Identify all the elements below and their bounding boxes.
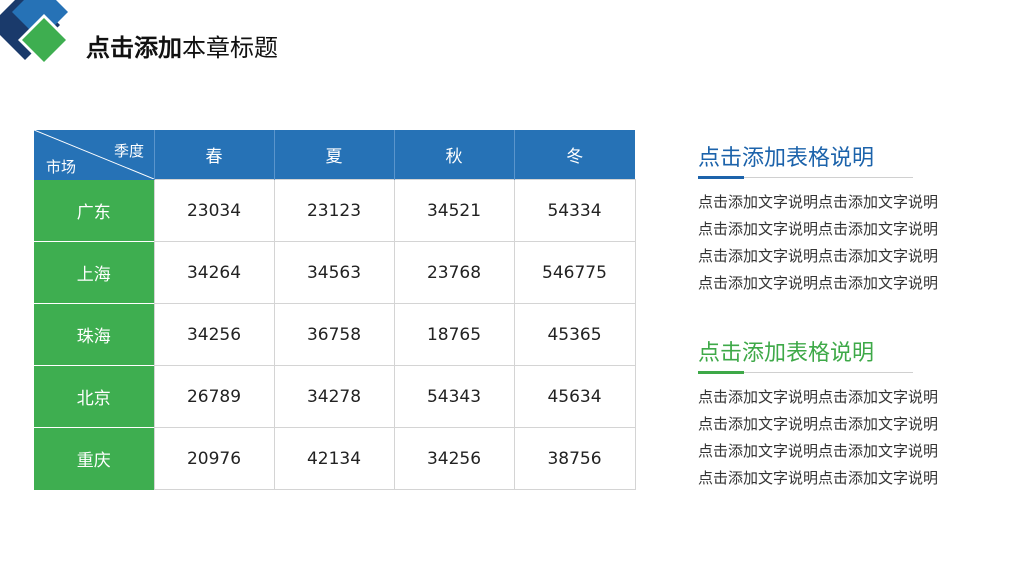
note-text-line: 点击添加文字说明点击添加文字说明 [698,442,939,460]
column-header: 冬 [513,130,635,180]
table-row: 重庆 20976 42134 34256 38756 [34,427,636,490]
note-heading: 点击添加表格说明 [698,146,875,171]
table-cell: 23768 [393,241,515,304]
table-cell: 38756 [513,427,636,490]
table-cell: 18765 [393,303,515,366]
note-text-line: 点击添加文字说明点击添加文字说明 [698,274,939,292]
table-cell: 34563 [273,241,395,304]
logo-squares-icon [0,0,70,66]
table-row: 珠海 34256 36758 18765 45365 [34,303,636,366]
table-cell: 34278 [273,365,395,428]
corner-label-season: 季度 [113,142,144,161]
table-cell: 34256 [393,427,515,490]
table-header-row: 季度 市场 春 夏 秋 冬 [34,130,635,180]
column-header: 夏 [273,130,394,180]
page-title-regular: 本章标题 [182,34,278,62]
table-corner-cell: 季度 市场 [34,130,154,180]
row-header: 广东 [34,179,154,242]
table-row: 上海 34264 34563 23768 546775 [34,241,636,304]
note-text-line: 点击添加文字说明点击添加文字说明 [698,193,939,211]
row-header: 北京 [34,365,154,428]
table-row: 北京 26789 34278 54343 45634 [34,365,636,428]
note-text-line: 点击添加文字说明点击添加文字说明 [698,247,939,265]
page-title-bold: 点击添加 [86,34,182,62]
table-cell: 23034 [153,179,275,242]
table-cell: 20976 [153,427,275,490]
note-text-line: 点击添加文字说明点击添加文字说明 [698,220,939,238]
table-cell: 26789 [153,365,275,428]
column-header: 秋 [393,130,514,180]
column-header: 春 [153,130,274,180]
table-cell: 23123 [273,179,395,242]
note-text-line: 点击添加文字说明点击添加文字说明 [698,469,939,487]
table-cell: 546775 [513,241,636,304]
corner-label-market: 市场 [46,158,77,177]
note-text-line: 点击添加文字说明点击添加文字说明 [698,415,939,433]
table-cell: 42134 [273,427,395,490]
note-underline [698,176,913,179]
row-header: 重庆 [34,427,154,490]
table-cell: 45634 [513,365,636,428]
table-row: 广东 23034 23123 34521 54334 [34,179,636,242]
row-header: 上海 [34,241,154,304]
row-header: 珠海 [34,303,154,366]
note-text-line: 点击添加文字说明点击添加文字说明 [698,388,939,406]
table-cell: 54334 [513,179,636,242]
slide: 点击添加本章标题 季度 市场 春 夏 秋 冬 广东 23034 23123 34… [0,0,1024,576]
note-heading: 点击添加表格说明 [698,341,875,366]
table-cell: 34256 [153,303,275,366]
data-table: 季度 市场 春 夏 秋 冬 广东 23034 23123 34521 54334… [34,130,636,490]
table-cell: 36758 [273,303,395,366]
table-cell: 34521 [393,179,515,242]
note-underline [698,371,913,374]
table-note-1: 点击添加表格说明 点击添加文字说明点击添加文字说明 点击添加文字说明点击添加文字… [698,143,998,297]
page-title: 点击添加本章标题 [86,28,278,63]
table-cell: 45365 [513,303,636,366]
table-cell: 34264 [153,241,275,304]
table-note-2: 点击添加表格说明 点击添加文字说明点击添加文字说明 点击添加文字说明点击添加文字… [698,338,998,492]
table-cell: 54343 [393,365,515,428]
